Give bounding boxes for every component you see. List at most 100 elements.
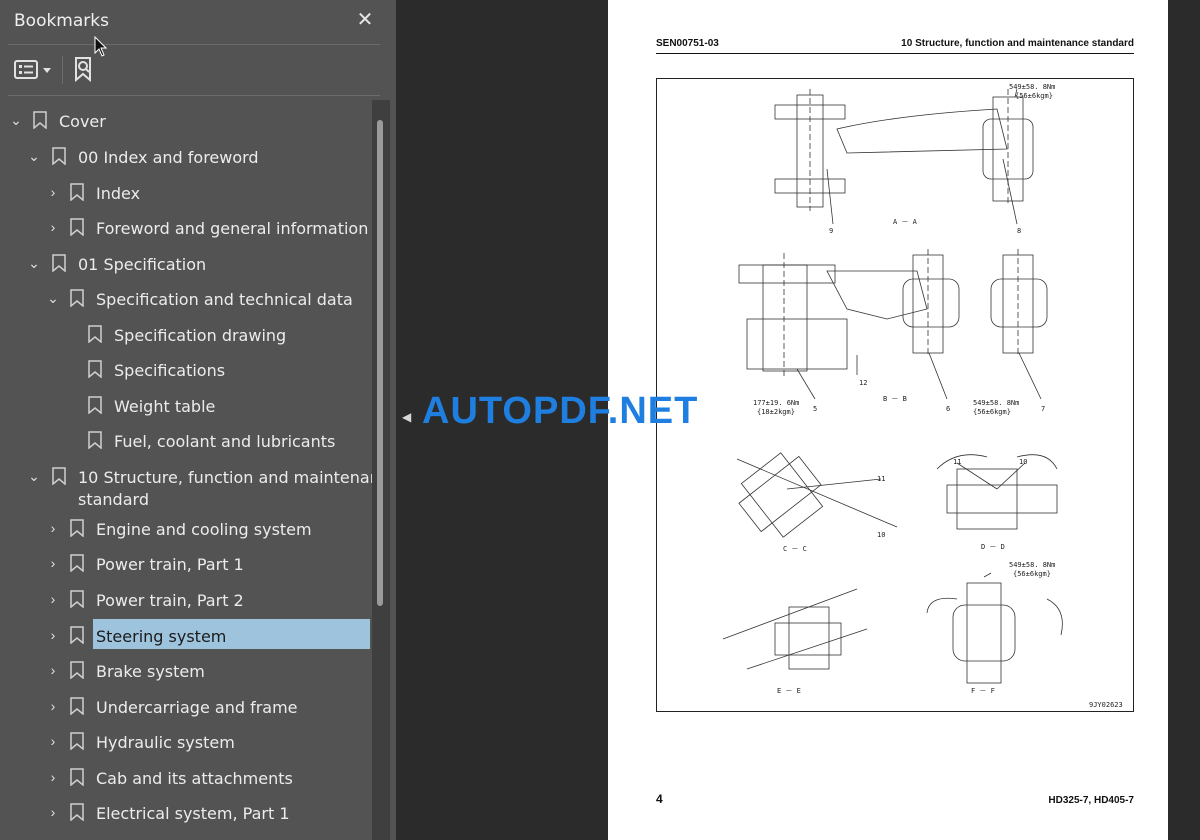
bookmark-label: 00 Index and foreword — [78, 148, 259, 167]
bookmarks-toolbar — [0, 46, 396, 94]
chevron-right-icon[interactable]: › — [46, 804, 60, 820]
bookmark-label: Engine and cooling system — [96, 520, 312, 539]
bookmark-icon — [70, 183, 84, 201]
bookmark-label: Foreword and general information — [96, 219, 369, 238]
bookmark-item-power-train-2[interactable]: › Power train, Part 2 — [0, 583, 372, 617]
chevron-right-icon[interactable]: › — [46, 769, 60, 785]
torque-label: {56±6kgm} — [973, 408, 1011, 416]
bookmark-icon — [70, 803, 84, 821]
bookmark-icon — [52, 254, 66, 272]
bookmark-item-engine-cooling[interactable]: › Engine and cooling system — [0, 512, 372, 546]
callout: 11 — [953, 458, 961, 466]
torque-label: 177±19. 6Nm — [753, 399, 799, 407]
bookmark-label: Power train, Part 1 — [96, 555, 244, 574]
bookmark-label: Brake system — [96, 662, 205, 681]
bookmark-item-weight-table[interactable]: Weight table — [0, 389, 372, 423]
bookmark-item-specification[interactable]: ⌄ 01 Specification — [0, 247, 372, 281]
bookmark-icon — [70, 661, 84, 679]
bookmark-item-index-foreword[interactable]: ⌄ 00 Index and foreword — [0, 140, 372, 174]
callout: 12 — [859, 379, 867, 387]
bookmark-item-power-train-1[interactable]: › Power train, Part 1 — [0, 547, 372, 581]
view-label: E － E — [777, 687, 801, 695]
bookmark-item-cab[interactable]: › Cab and its attachments — [0, 761, 372, 795]
bookmark-scrollbar[interactable] — [372, 100, 390, 840]
bookmark-item-foreword[interactable]: › Foreword and general information — [0, 211, 372, 245]
chevron-right-icon[interactable]: › — [46, 733, 60, 749]
bookmark-item-undercarriage[interactable]: › Undercarriage and frame — [0, 690, 372, 724]
bookmark-icon — [70, 289, 84, 307]
bookmark-label: Cover — [59, 112, 106, 131]
bookmark-icon — [70, 554, 84, 572]
chevron-down-icon[interactable]: ⌄ — [46, 290, 60, 306]
header-rule — [656, 53, 1134, 54]
chevron-down-icon[interactable]: ⌄ — [27, 148, 41, 164]
chevron-down-icon[interactable]: ⌄ — [9, 112, 23, 128]
bookmark-item-hydraulic[interactable]: › Hydraulic system — [0, 725, 372, 759]
toolbar-divider — [8, 95, 380, 96]
chevron-down-icon[interactable]: ⌄ — [27, 255, 41, 271]
bookmark-label: Cab and its attachments — [96, 769, 293, 788]
page-number: 4 — [656, 792, 663, 806]
header-divider — [8, 44, 380, 45]
toolbar-separator — [62, 56, 63, 84]
bookmark-icon — [52, 467, 66, 485]
bookmark-item-spec-technical-data[interactable]: ⌄ Specification and technical data — [0, 282, 372, 316]
steering-linkage-drawing: 549±58. 8Nm {56±6kgm} A － A 9 8 12 177±1… — [722, 83, 1123, 709]
bookmark-icon — [52, 147, 66, 165]
find-bookmark-button[interactable] — [72, 54, 100, 84]
view-label: A － A — [893, 218, 918, 226]
caret-down-icon — [43, 68, 51, 73]
bookmark-item-specifications[interactable]: Specifications — [0, 353, 372, 387]
bookmark-item-spec-drawing[interactable]: Specification drawing — [0, 318, 372, 352]
bookmark-icon — [88, 360, 102, 378]
chevron-right-icon[interactable]: › — [46, 698, 60, 714]
torque-label: 549±58. 8Nm — [973, 399, 1019, 407]
callout: 10 — [877, 531, 885, 539]
bookmark-item-index[interactable]: › Index — [0, 176, 372, 210]
bookmark-icon — [33, 111, 47, 129]
bookmark-item-fuel-coolant[interactable]: Fuel, coolant and lubricants — [0, 424, 372, 458]
bookmark-label: Specification drawing — [114, 326, 287, 345]
bookmark-icon — [70, 697, 84, 715]
scrollbar-thumb[interactable] — [377, 120, 383, 606]
callout: 6 — [946, 405, 950, 413]
chevron-right-icon[interactable]: › — [46, 219, 60, 235]
callout: 7 — [1041, 405, 1045, 413]
model-code: HD325-7, HD405-7 — [1048, 795, 1134, 806]
chevron-right-icon[interactable]: › — [46, 591, 60, 607]
bookmark-icon — [70, 218, 84, 236]
bookmark-item-electrical-1[interactable]: › Electrical system, Part 1 — [0, 796, 372, 830]
view-label: B － B — [883, 395, 907, 403]
view-label: C － C — [783, 545, 807, 553]
bookmarks-panel: Bookmarks ✕ ⌄ Cover ⌄ 00 Index and forew… — [0, 0, 396, 840]
bookmark-label: 01 Specification — [78, 255, 207, 274]
view-label: D － D — [981, 543, 1005, 551]
chevron-right-icon[interactable]: › — [46, 520, 60, 536]
callout: 11 — [877, 475, 885, 483]
chevron-right-icon[interactable]: › — [46, 555, 60, 571]
bookmark-icon — [88, 325, 102, 343]
bookmark-item-cover[interactable]: ⌄ Cover — [0, 104, 372, 138]
collapse-panel-icon[interactable]: ◀ — [402, 410, 412, 430]
bookmark-item-brake-system[interactable]: › Brake system — [0, 654, 372, 688]
bookmark-item-steering-system[interactable]: › Steering system — [0, 619, 372, 653]
list-options-button[interactable] — [14, 54, 52, 84]
list-options-icon — [14, 60, 51, 79]
torque-label: 549±58. 8Nm — [1009, 83, 1055, 91]
chevron-right-icon[interactable]: › — [46, 627, 60, 643]
callout: 10 — [1019, 458, 1027, 466]
bookmark-label: 10 Structure, function and maintenance — [78, 468, 372, 487]
mouse-cursor-icon — [94, 36, 108, 57]
bookmark-label: Specifications — [114, 361, 226, 380]
chevron-right-icon[interactable]: › — [46, 662, 60, 678]
chevron-right-icon[interactable]: › — [46, 184, 60, 200]
close-icon[interactable]: ✕ — [352, 7, 378, 33]
bookmark-label: Fuel, coolant and lubricants — [114, 432, 336, 451]
chevron-down-icon[interactable]: ⌄ — [27, 468, 41, 484]
bookmark-tree: ⌄ Cover ⌄ 00 Index and foreword › Index … — [0, 100, 372, 840]
bookmark-label: Weight table — [114, 397, 216, 416]
bookmark-item-structure-function[interactable]: ⌄ 10 Structure, function and maintenance… — [0, 460, 372, 512]
bookmark-label: Index — [96, 184, 141, 203]
bookmark-icon — [88, 396, 102, 414]
bookmark-icon — [70, 519, 84, 537]
